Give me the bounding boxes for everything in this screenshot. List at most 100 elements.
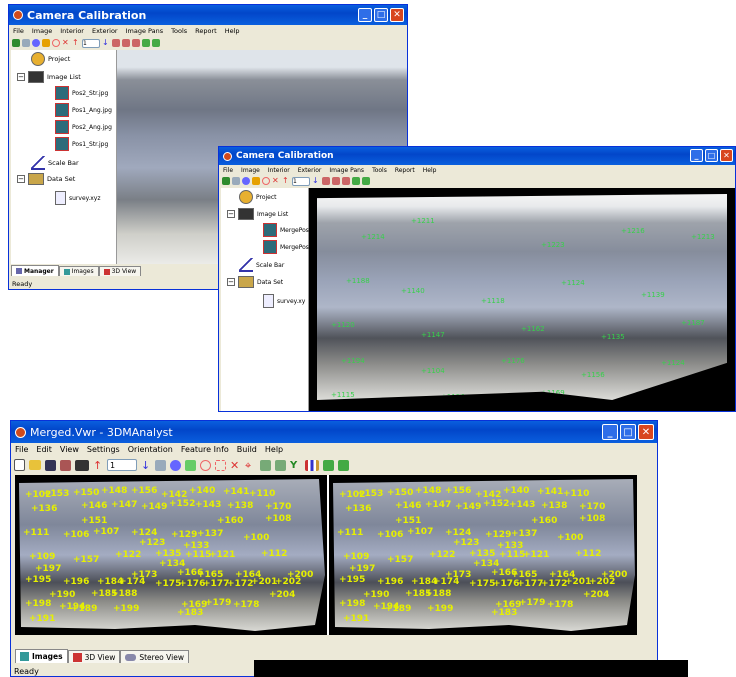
circle-icon[interactable]	[200, 459, 211, 471]
delete-icon[interactable]: ✕	[230, 460, 241, 471]
zoom-field[interactable]: 1	[82, 38, 100, 48]
tie-point-label[interactable]: +1147	[421, 331, 445, 339]
merged-survey-photo[interactable]: +1214 +1211 +1223 +1216 +1213 +1188 +1140 +1118…	[317, 194, 727, 400]
tie-point-label[interactable]: +175	[469, 579, 495, 589]
tie-point-label[interactable]: +124	[445, 528, 471, 538]
tie-point-label[interactable]: +1115	[331, 391, 355, 399]
edit-icon[interactable]	[60, 459, 71, 471]
arrow-down-icon[interactable]: ↓	[102, 39, 110, 47]
tie-point-label[interactable]: +1188	[346, 277, 370, 285]
tie-point-label[interactable]: +190	[49, 590, 75, 600]
maximize-button[interactable]: □	[374, 8, 388, 22]
tie-point-label[interactable]: +1104	[421, 367, 445, 375]
camera2-icon[interactable]	[332, 177, 340, 185]
tie-point-label[interactable]: +183	[177, 608, 203, 618]
tie-point-label[interactable]: +143	[195, 500, 221, 510]
tie-point-label[interactable]: +1120	[331, 321, 355, 329]
tie-point-label[interactable]: +1140	[401, 287, 425, 295]
tie-point-label[interactable]: +160	[217, 516, 243, 526]
tie-point-label[interactable]: +150	[387, 488, 413, 498]
tie-point-label[interactable]: +170	[265, 502, 291, 512]
tie-point-label[interactable]: +112	[261, 549, 287, 559]
tie-point-label[interactable]: +170	[579, 502, 605, 512]
tie-point-label[interactable]: +201	[565, 577, 591, 587]
menu-report[interactable]: Report	[391, 167, 419, 174]
tie-point-label[interactable]: +179	[519, 598, 545, 608]
tie-point-label[interactable]: +136	[31, 504, 57, 514]
tie-point-label[interactable]: +129	[171, 530, 197, 540]
minimize-button[interactable]: _	[690, 149, 703, 162]
tie-point-label[interactable]: +172	[227, 579, 253, 589]
collapse-icon[interactable]: −	[227, 210, 235, 218]
tie-point-label[interactable]: +178	[233, 600, 259, 610]
tie-point-label[interactable]: +1135	[601, 333, 625, 341]
menu-exterior[interactable]: Exterior	[88, 27, 122, 35]
tie-point-label[interactable]: +106	[377, 530, 403, 540]
save-icon[interactable]	[45, 459, 56, 471]
move-icon[interactable]	[252, 177, 260, 185]
tab-stereo-view[interactable]: Stereo View	[120, 650, 189, 663]
tie-point-label[interactable]: +1118	[481, 297, 505, 305]
tie-point-label[interactable]: +124	[131, 528, 157, 538]
tie-point-label[interactable]: +176	[493, 579, 519, 589]
circle-icon[interactable]	[52, 39, 60, 47]
tie-point-label[interactable]: +1201	[691, 383, 715, 391]
tie-point-label[interactable]: +1211	[411, 217, 435, 225]
tie-point-label[interactable]: +107	[407, 527, 433, 537]
tie-point-label[interactable]: +152	[169, 499, 195, 509]
menu-view[interactable]: View	[56, 445, 83, 454]
tie-point-label[interactable]: +146	[81, 501, 107, 511]
tie-point-label[interactable]: +1124	[661, 359, 685, 367]
open-folder-icon[interactable]	[29, 460, 41, 470]
tie-point-label[interactable]: +108	[579, 514, 605, 524]
new-file-icon[interactable]	[14, 459, 25, 471]
tie-point-label[interactable]: +1187	[681, 319, 705, 327]
tie-point-label[interactable]: +140	[189, 486, 215, 496]
tree-image[interactable]: Pos2_Str.jpg	[55, 86, 108, 100]
tie-point-label[interactable]: +197	[349, 564, 375, 574]
tree-scale-bar[interactable]: Scale Bar	[239, 258, 284, 272]
tie-point-label[interactable]: +146	[395, 501, 421, 511]
close-button[interactable]: ✕	[638, 424, 654, 440]
tie-point-label[interactable]: +174	[433, 577, 459, 587]
tie-point-label[interactable]: +199	[427, 604, 453, 614]
menu-build[interactable]: Build	[233, 445, 261, 454]
tie-point-label[interactable]: +121	[523, 550, 549, 560]
tab-images[interactable]: Images	[58, 266, 99, 276]
tie-point-label[interactable]: +147	[425, 500, 451, 510]
arrow-down-icon[interactable]: ↓	[141, 460, 151, 471]
menu-file[interactable]: File	[9, 27, 28, 35]
tie-point-label[interactable]: +107	[93, 527, 119, 537]
scatter-icon[interactable]	[22, 39, 30, 47]
y-icon[interactable]: Y	[290, 460, 301, 471]
tie-point-label[interactable]: +150	[73, 488, 99, 498]
tie-point-label[interactable]: +191	[29, 614, 55, 624]
grid2-icon[interactable]	[338, 459, 349, 471]
tab-images[interactable]: Images	[15, 649, 68, 663]
tree-survey-file[interactable]: survey.xyz	[55, 191, 101, 205]
tie-point-label[interactable]: +176	[179, 579, 205, 589]
menu-help[interactable]: Help	[221, 27, 244, 35]
tie-point-label[interactable]: +136	[345, 504, 371, 514]
tie-point-label[interactable]: +137	[197, 529, 223, 539]
title-bar[interactable]: Merged.Vwr - 3DMAnalyst _ □ ✕	[11, 421, 657, 443]
menu-interior[interactable]: Interior	[264, 167, 294, 174]
tie-point-label[interactable]: +1223	[541, 241, 565, 249]
arrow-up-icon[interactable]: ↑	[282, 177, 290, 185]
maximize-button[interactable]: □	[620, 424, 636, 440]
tab-3d-view[interactable]: 3D View	[98, 266, 142, 276]
tie-point-label[interactable]: +141	[537, 487, 563, 497]
scatter-icon[interactable]	[232, 177, 240, 185]
move-icon[interactable]	[185, 459, 196, 471]
tie-point-label[interactable]: +122	[429, 550, 455, 560]
grid2-icon[interactable]	[152, 39, 160, 47]
tie-point-label[interactable]: +149	[455, 502, 481, 512]
tie-point-label[interactable]: +135	[469, 549, 495, 559]
rect-select-icon[interactable]	[215, 459, 226, 471]
tie-point-label[interactable]: +110	[249, 489, 275, 499]
tie-point-label[interactable]: +174	[119, 577, 145, 587]
tie-point-label[interactable]: +1213	[691, 233, 715, 241]
tie-point-label[interactable]: +1139	[641, 291, 665, 299]
tie-point-label[interactable]: +1124	[561, 279, 585, 287]
tie-point-label[interactable]: +196	[63, 577, 89, 587]
